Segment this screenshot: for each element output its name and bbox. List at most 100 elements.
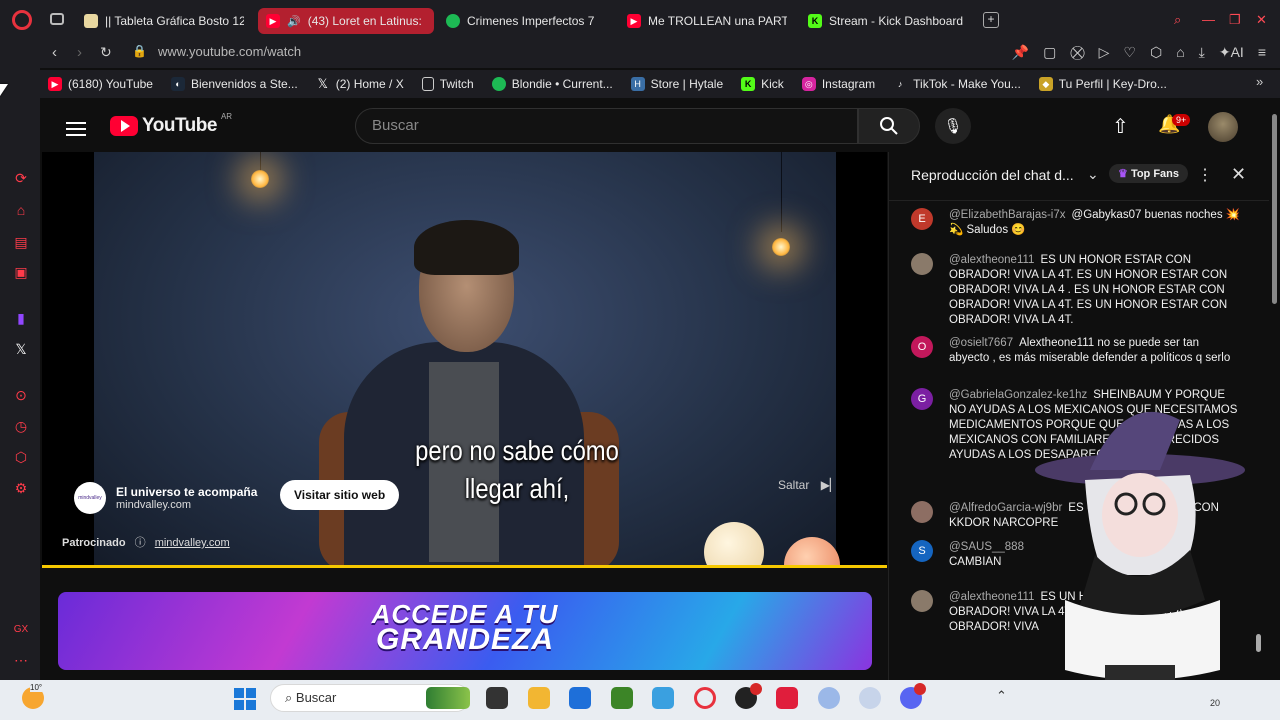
chat-scrollbar[interactable] (1256, 204, 1261, 654)
settings-icon[interactable]: ⚙ (13, 480, 29, 496)
tab-crimenes[interactable]: Crimenes Imperfectos 7 (446, 8, 606, 34)
bookmark-twitch[interactable]: Twitch (421, 77, 474, 91)
chat-author[interactable]: @alextheone111 (949, 591, 1034, 603)
wallet-icon[interactable]: ⌂ (1176, 44, 1184, 61)
hamburger-menu-icon[interactable] (66, 118, 86, 140)
windows-start-icon[interactable] (234, 688, 256, 710)
url-field[interactable]: www.youtube.com/watch (158, 44, 301, 59)
avatar[interactable] (911, 501, 933, 523)
chat-author[interactable]: @osielt7667 (949, 337, 1013, 349)
youtube-logo[interactable]: YouTube AR (110, 112, 232, 137)
photos-icon[interactable] (652, 687, 674, 709)
gx-icon[interactable]: GX (13, 622, 29, 638)
chevron-down-icon[interactable]: ⌄ (1087, 166, 1099, 183)
tab-loret[interactable]: ▶ 🔊 (43) Loret en Latinus: (258, 8, 434, 34)
companion-ad-banner[interactable]: ACCEDE A TU GRANDEZA (58, 592, 872, 670)
bookmark-instagram[interactable]: ◎ Instagram (801, 77, 875, 91)
tab-tableta[interactable]: || Tableta Gráfica Bosto 12 (84, 8, 244, 34)
bookmark-keydrop[interactable]: ◆ Tu Perfil | Key-Dro... (1038, 77, 1167, 91)
avatar[interactable]: O (911, 336, 933, 358)
x-sidebar-icon[interactable]: 𝕏 (13, 341, 29, 357)
chat-author[interactable]: @SAUS__888 (949, 541, 1024, 553)
vtube-studio-icon[interactable] (818, 687, 840, 709)
skip-ad-button[interactable]: Saltar ▶▏ (778, 478, 839, 492)
visit-site-button[interactable]: Visitar sitio web (280, 480, 400, 510)
close-icon[interactable]: ✕ (1231, 164, 1246, 185)
maximize-icon[interactable]: ❐ (1229, 12, 1241, 28)
search-input[interactable]: Buscar (355, 108, 858, 144)
avatar[interactable]: S (911, 540, 933, 562)
bookmark-steam[interactable]: ◐ Bienvenidos a Ste... (170, 77, 298, 91)
lock-icon: 🔒 (132, 44, 147, 58)
bookmark-kick[interactable]: K Kick (741, 77, 784, 91)
more-options-icon[interactable]: ⋮ (1197, 165, 1213, 185)
more-icon[interactable]: ⋯ (13, 652, 29, 668)
avatar[interactable]: E (911, 208, 933, 230)
voice-search-button[interactable]: 🎙 (935, 108, 971, 144)
video-player[interactable]: pero no sabe cómo llegar ahí, mindvalley… (42, 152, 887, 568)
video-subtitle: pero no sabe cómo llegar ahí, (377, 432, 658, 508)
info-icon[interactable]: ⓘ (135, 537, 146, 549)
snapshot-icon[interactable]: ▢ (1043, 44, 1056, 61)
reload-icon[interactable]: ↻ (100, 44, 112, 61)
close-window-icon[interactable]: ✕ (1256, 12, 1267, 28)
opera-gx-icon[interactable] (694, 687, 716, 709)
extensions-sidebar-icon[interactable]: ⬡ (13, 449, 29, 465)
heart-icon[interactable]: ♡ (1123, 44, 1136, 61)
clock-icon[interactable]: ◷ (13, 418, 29, 434)
forward-icon[interactable]: › (77, 44, 82, 61)
download-icon[interactable]: ⤓ (1199, 44, 1205, 61)
bookmarks-more-icon[interactable]: » (1256, 74, 1263, 89)
upload-icon[interactable]: ⇧ (1112, 114, 1129, 139)
pin-icon[interactable]: 📌 (1012, 44, 1029, 61)
chat-title[interactable]: Reproducción del chat d... (911, 167, 1074, 183)
player-icon[interactable]: ⊙ (13, 387, 29, 403)
ad-info[interactable]: mindvalley El universo te acompaña mindv… (74, 482, 257, 514)
search-button[interactable] (858, 108, 920, 144)
steam-taskbar-icon[interactable] (859, 687, 881, 709)
menu-icon[interactable]: ≡ (1258, 44, 1266, 61)
chat-author[interactable]: @alextheone111 (949, 254, 1034, 266)
microsoft-store-icon[interactable] (569, 687, 591, 709)
sponsored-domain[interactable]: mindvalley.com (155, 537, 230, 549)
ai-icon[interactable]: ✦AI (1219, 44, 1244, 61)
bookmark-blondie[interactable]: Blondie • Current... (491, 77, 613, 91)
history-icon[interactable]: ⟳ (13, 170, 29, 186)
opera-logo-icon[interactable] (12, 10, 32, 30)
tiktok-live-icon[interactable] (776, 687, 798, 709)
avatar[interactable] (1208, 112, 1238, 142)
minecraft-icon[interactable] (611, 687, 633, 709)
tab-trollean[interactable]: ▶ Me TROLLEAN una PARTI (627, 8, 787, 34)
adblock-icon[interactable]: ⛒ (1070, 44, 1084, 61)
file-explorer-icon[interactable] (528, 687, 550, 709)
twitch-icon[interactable]: ▮ (13, 310, 29, 326)
chat-author[interactable]: @ElizabethBarajas-i7x (949, 209, 1066, 221)
search-tabs-icon[interactable]: ⌕ (1174, 12, 1181, 28)
tab-islands-icon[interactable] (50, 13, 64, 25)
page-scrollbar[interactable] (1270, 100, 1280, 680)
ad-progress-bar[interactable] (42, 565, 887, 568)
extensions-icon[interactable]: ⬡ (1150, 44, 1162, 61)
task-view-icon[interactable] (486, 687, 508, 709)
avatar[interactable]: G (911, 388, 933, 410)
media-icon[interactable]: ▣ (13, 264, 29, 280)
notes-icon[interactable]: ▤ (13, 234, 29, 250)
bookmark-tiktok[interactable]: ♪ TikTok - Make You... (893, 77, 1021, 91)
widgets-icon[interactable] (426, 687, 470, 709)
tab-kick[interactable]: K Stream - Kick Dashboard (808, 8, 978, 34)
ai-assistant-icon[interactable]: ⌂ (13, 202, 29, 218)
chat-author[interactable]: @AlfredoGarcia-wj9br (949, 502, 1062, 514)
bookmark-x[interactable]: 𝕏 (2) Home / X (316, 76, 403, 91)
bookmark-hytale[interactable]: H Store | Hytale (630, 77, 723, 91)
bookmark-youtube[interactable]: ▶ (6180) YouTube (48, 77, 153, 91)
speaker-icon[interactable]: 🔊 (287, 15, 301, 28)
top-fans-button[interactable]: ♛ Top Fans (1109, 164, 1189, 183)
back-icon[interactable]: ‹ (52, 44, 57, 61)
chat-author[interactable]: @GabrielaGonzalez-ke1hz (949, 389, 1087, 401)
avatar[interactable] (911, 253, 933, 275)
tray-chevron-icon[interactable]: ⌃ (996, 688, 1007, 704)
avatar[interactable] (911, 590, 933, 612)
minimize-icon[interactable]: — (1202, 12, 1215, 27)
new-tab-icon[interactable]: + (983, 12, 999, 28)
play-icon[interactable]: ▷ (1099, 44, 1110, 61)
